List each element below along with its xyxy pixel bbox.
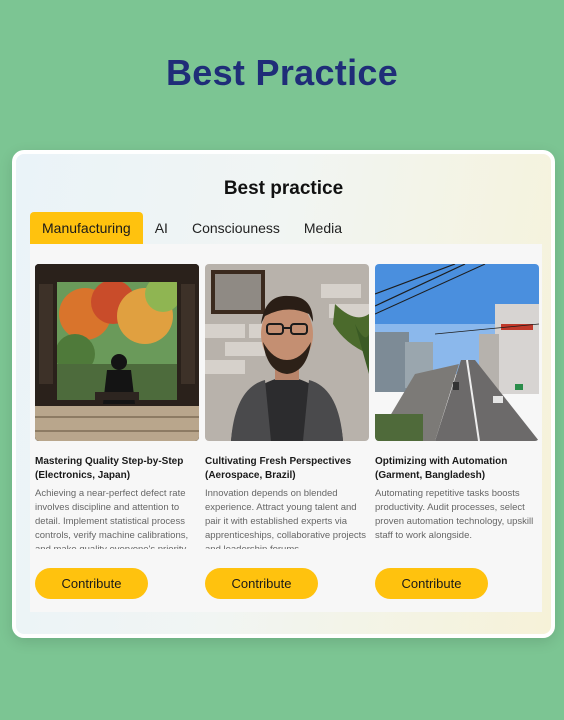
item-title: Cultivating Fresh Perspectives (Aerospac… (205, 456, 352, 481)
tab-panel-manufacturing: Mastering Quality Step-by-Step (Electron… (30, 244, 542, 612)
category-tabs: Manufacturing AI Consciouness Media (30, 212, 354, 244)
best-practice-card: Best practice Manufacturing AI Conscioun… (12, 150, 555, 638)
japanese-room-photo (35, 264, 199, 441)
card-title: Best practice (223, 178, 344, 199)
tab-manufacturing[interactable]: Manufacturing (30, 212, 143, 244)
item-description: Achieving a near-perfect defect rate inv… (35, 488, 189, 549)
man-portrait-photo (205, 264, 369, 441)
contribute-button[interactable]: Contribute (35, 568, 148, 599)
practice-item: Optimizing with Automation (Garment, Ban… (375, 264, 539, 599)
practice-item: Mastering Quality Step-by-Step (Electron… (35, 264, 199, 599)
city-street-photo (375, 264, 539, 441)
page-title: Best Practice (165, 52, 399, 93)
contribute-button[interactable]: Contribute (205, 568, 318, 599)
practice-item: Cultivating Fresh Perspectives (Aerospac… (205, 264, 369, 599)
item-title: Optimizing with Automation (Garment, Ban… (375, 456, 508, 481)
item-title: Mastering Quality Step-by-Step (Electron… (35, 456, 184, 481)
tab-media[interactable]: Media (292, 212, 354, 244)
tab-consciouness[interactable]: Consciouness (180, 212, 292, 244)
item-description: Automating repetitive tasks boosts produ… (375, 488, 534, 541)
item-description: Innovation depends on blended experience… (205, 488, 367, 549)
contribute-button[interactable]: Contribute (375, 568, 488, 599)
tab-ai[interactable]: AI (143, 212, 180, 244)
